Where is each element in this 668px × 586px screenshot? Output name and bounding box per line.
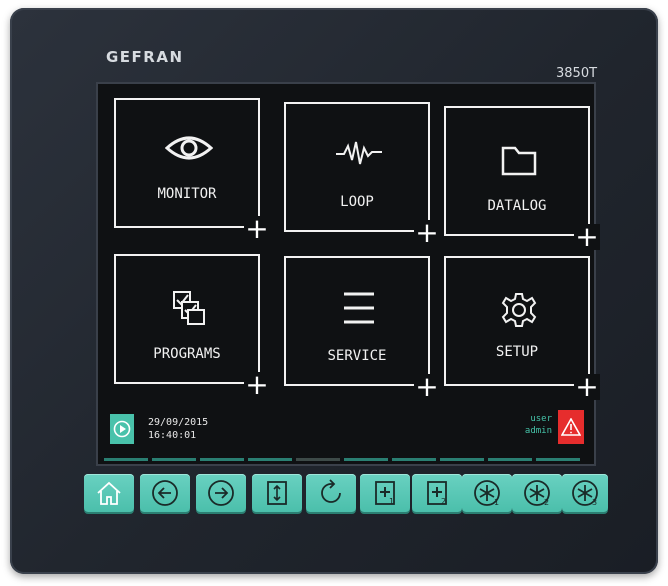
play-icon [113, 420, 131, 438]
tile-service[interactable]: SERVICE + [284, 256, 440, 401]
softkey-indicator [536, 458, 580, 461]
softkey-indicator [248, 458, 292, 461]
star-3-key[interactable]: 3 [562, 474, 608, 512]
tile-monitor[interactable]: MONITOR + [114, 98, 270, 243]
tile-label: LOOP [340, 194, 374, 210]
updown-key[interactable] [252, 474, 302, 512]
date-label: 29/09/2015 [148, 417, 209, 428]
right-key[interactable] [196, 474, 246, 512]
softkey-indicator [200, 458, 244, 461]
tile-label: SETUP [495, 344, 539, 360]
alarm-button[interactable] [558, 410, 584, 444]
tile-setup[interactable]: SETUP + [444, 256, 600, 401]
plus-icon: + [574, 370, 600, 403]
plus-2-key[interactable]: 2 [412, 474, 462, 512]
softkey-indicator [392, 458, 436, 461]
tile-datalog[interactable]: DATALOG + [444, 106, 600, 251]
left-key[interactable] [140, 474, 190, 512]
star-1-key[interactable]: 1 [462, 474, 512, 512]
time-label: 16:40:01 [148, 430, 197, 441]
plus-1-key[interactable]: 1 [360, 474, 410, 512]
tile-label: MONITOR [157, 186, 217, 202]
arrow-left-icon [152, 480, 178, 506]
svg-text:3: 3 [592, 498, 597, 507]
arrow-right-icon [208, 480, 234, 506]
softkey-indicator [440, 458, 484, 461]
eye-icon [164, 134, 214, 167]
menu-lines-icon [342, 290, 376, 331]
star-1-icon: 1 [474, 480, 500, 507]
star-2-key[interactable]: 2 [512, 474, 562, 512]
touch-screen: MONITOR + LOOP + DATALOG + PROGRAMS + SE… [96, 82, 600, 466]
home-icon [97, 481, 121, 505]
star-3-icon: 3 [572, 480, 598, 507]
plus-2-icon: 2 [427, 481, 447, 506]
plus-icon: + [574, 220, 600, 253]
brand-logo: GEFRAN [106, 48, 184, 66]
svg-text:2: 2 [544, 498, 549, 507]
star-2-icon: 2 [524, 480, 550, 507]
softkey-indicator [152, 458, 196, 461]
gear-icon [501, 292, 537, 333]
status-bar: 29/09/2015 16:40:01 user admin [98, 402, 594, 450]
plus-1-icon: 1 [375, 481, 395, 506]
tile-loop[interactable]: LOOP + [284, 102, 440, 247]
svg-text:2: 2 [441, 497, 446, 506]
checklist-icon [172, 290, 206, 331]
warning-icon [561, 418, 581, 436]
tile-programs[interactable]: PROGRAMS + [114, 254, 270, 399]
waveform-icon [334, 138, 384, 173]
datetime: 29/09/2015 16:40:01 [148, 416, 208, 442]
softkey-indicator [344, 458, 388, 461]
up-down-icon [267, 481, 287, 505]
folder-icon [501, 144, 537, 181]
softkey-indicator [488, 458, 532, 461]
plus-icon: + [414, 216, 440, 249]
tile-label: DATALOG [487, 198, 547, 214]
plus-icon: + [414, 370, 440, 403]
play-button[interactable] [110, 414, 134, 444]
svg-text:1: 1 [494, 498, 499, 507]
model-label: 3850T [556, 66, 598, 81]
softkey-indicators [104, 458, 588, 461]
plus-icon: + [244, 368, 270, 401]
user-name: admin [524, 426, 552, 436]
user-label: user [530, 414, 552, 424]
user-info: user admin [525, 413, 552, 437]
softkey-indicator [104, 458, 148, 461]
rotate-key[interactable] [306, 474, 356, 512]
home-key[interactable] [84, 474, 134, 512]
tile-label: SERVICE [327, 348, 387, 364]
tile-label: PROGRAMS [153, 346, 221, 362]
svg-text:1: 1 [389, 497, 394, 506]
rotate-icon [321, 479, 341, 503]
softkey-indicator [296, 458, 340, 461]
plus-icon: + [244, 212, 270, 245]
